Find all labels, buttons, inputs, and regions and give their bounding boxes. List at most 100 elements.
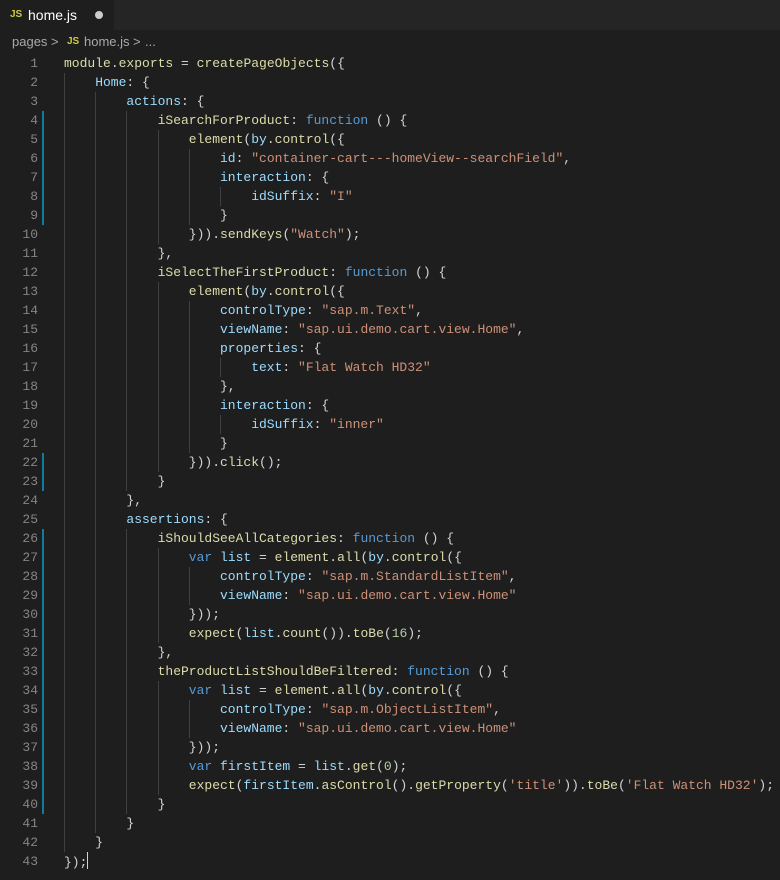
code-line[interactable]: 2 Home: { (0, 73, 780, 92)
code-token: id (220, 151, 236, 166)
git-change-indicator[interactable] (42, 567, 44, 586)
code-text: viewName: "sap.ui.demo.cart.view.Home" (220, 719, 516, 738)
code-token: function (407, 664, 470, 679)
breadcrumb-folder[interactable]: pages (12, 34, 47, 49)
code-line[interactable]: 39 expect(firstItem.asControl().getProper… (0, 776, 780, 795)
code-line[interactable]: 15 viewName: "sap.ui.demo.cart.view.Home"… (0, 320, 780, 339)
git-change-indicator[interactable] (42, 738, 44, 757)
code-line[interactable]: 25 assertions: { (0, 510, 780, 529)
line-number: 40 (22, 797, 38, 812)
indent-guide (126, 757, 128, 776)
indent-guide (157, 738, 159, 757)
code-line[interactable]: 36 viewName: "sap.ui.demo.cart.view.Home" (0, 719, 780, 738)
code-line[interactable]: 7 interaction: { (0, 168, 780, 187)
code-line[interactable]: 14 controlType: "sap.m.Text", (0, 301, 780, 320)
code-line[interactable]: 3 actions: { (0, 92, 780, 111)
code-line[interactable]: 18}, (0, 377, 780, 396)
code-line[interactable]: 33 theProductListShouldBeFiltered: functi… (0, 662, 780, 681)
code-line[interactable]: 4 iSearchForProduct: function () { (0, 111, 780, 130)
code-line[interactable]: 28 controlType: "sap.m.StandardListItem", (0, 567, 780, 586)
code-line[interactable]: 41} (0, 814, 780, 833)
code-line[interactable]: 16 properties: { (0, 339, 780, 358)
code-line[interactable]: 38 var firstItem = list.get(0); (0, 757, 780, 776)
git-change-indicator[interactable] (42, 586, 44, 605)
code-line[interactable]: 20 idSuffix: "inner" (0, 415, 780, 434)
code-line[interactable]: 35 controlType: "sap.m.ObjectListItem", (0, 700, 780, 719)
javascript-file-icon: JS (10, 9, 23, 20)
git-change-indicator[interactable] (42, 472, 44, 491)
line-number: 34 (22, 683, 38, 698)
code-text: }, (158, 244, 174, 263)
code-token: ()). (321, 626, 353, 641)
git-change-indicator[interactable] (42, 149, 44, 168)
git-change-indicator[interactable] (42, 776, 44, 795)
code-token: , (493, 702, 501, 717)
git-change-indicator[interactable] (42, 662, 44, 681)
indent-guide (95, 320, 97, 339)
code-line[interactable]: 13 element(by.control({ (0, 282, 780, 301)
code-token: actions (126, 94, 181, 109)
breadcrumb-more[interactable]: ... (145, 34, 156, 49)
tab-home-js[interactable]: JS home.js (0, 0, 114, 30)
code-line[interactable]: 8 idSuffix: "I" (0, 187, 780, 206)
code-line[interactable]: 27 var list = element.all(by.control({ (0, 548, 780, 567)
code-token: var (188, 550, 213, 565)
git-change-indicator[interactable] (42, 605, 44, 624)
code-token: () { (368, 113, 408, 128)
git-change-indicator[interactable] (42, 643, 44, 662)
git-change-indicator[interactable] (42, 111, 44, 130)
line-number: 21 (22, 436, 38, 451)
code-token: properties (220, 341, 299, 356)
indent-guide (126, 415, 128, 434)
code-line[interactable]: 37})); (0, 738, 780, 757)
code-line[interactable]: 34 var list = element.all(by.control({ (0, 681, 780, 700)
git-change-indicator[interactable] (42, 529, 44, 548)
git-change-indicator[interactable] (42, 700, 44, 719)
indent-guide (64, 377, 65, 396)
git-change-indicator[interactable] (42, 624, 44, 643)
code-line[interactable]: 29 viewName: "sap.ui.demo.cart.view.Home" (0, 586, 780, 605)
code-token: element (188, 284, 244, 299)
code-line[interactable]: 22})).click(); (0, 453, 780, 472)
code-line[interactable]: 30})); (0, 605, 780, 624)
code-line[interactable]: 11}, (0, 244, 780, 263)
code-token: getProperty (415, 778, 501, 793)
code-editor[interactable]: 1 module.exports = createPageObjects({2 Ho… (0, 54, 780, 880)
git-change-indicator[interactable] (42, 795, 44, 814)
git-change-indicator[interactable] (42, 757, 44, 776)
code-token: ); (344, 227, 361, 242)
code-line[interactable]: 24}, (0, 491, 780, 510)
code-line[interactable]: 31 expect(list.count()).toBe(16); (0, 624, 780, 643)
code-line[interactable]: 17 text: "Flat Watch HD32" (0, 358, 780, 377)
code-text: idSuffix: "inner" (251, 415, 384, 434)
code-line[interactable]: 10})).sendKeys("Watch"); (0, 225, 780, 244)
code-line[interactable]: 9} (0, 206, 780, 225)
unsaved-dot-icon[interactable] (95, 11, 103, 19)
code-line[interactable]: 32}, (0, 643, 780, 662)
code-token: by (251, 284, 267, 299)
git-change-indicator[interactable] (42, 453, 44, 472)
code-line[interactable]: 19 interaction: { (0, 396, 780, 415)
git-change-indicator[interactable] (42, 681, 44, 700)
git-change-indicator[interactable] (42, 719, 44, 738)
git-change-indicator[interactable] (42, 130, 44, 149)
breadcrumb-file[interactable]: home.js (84, 34, 130, 49)
indent-guide (64, 662, 65, 681)
git-change-indicator[interactable] (42, 548, 44, 567)
code-line[interactable]: 42} (0, 833, 780, 852)
code-line[interactable]: 5 element(by.control({ (0, 130, 780, 149)
code-token: . (383, 683, 392, 698)
code-line[interactable]: 1 module.exports = createPageObjects({ (0, 54, 780, 73)
code-line[interactable]: 43}); (0, 852, 780, 871)
indent-guide (126, 282, 128, 301)
code-line[interactable]: 23} (0, 472, 780, 491)
code-line[interactable]: 12 iSelectTheFirstProduct: function () { (0, 263, 780, 282)
code-line[interactable]: 6 id: "container-cart---homeView--searchF… (0, 149, 780, 168)
code-line[interactable]: 26 iShouldSeeAllCategories: function () { (0, 529, 780, 548)
git-change-indicator[interactable] (42, 187, 44, 206)
code-token: = (290, 759, 314, 774)
git-change-indicator[interactable] (42, 168, 44, 187)
code-line[interactable]: 21} (0, 434, 780, 453)
code-line[interactable]: 40} (0, 795, 780, 814)
git-change-indicator[interactable] (42, 206, 44, 225)
